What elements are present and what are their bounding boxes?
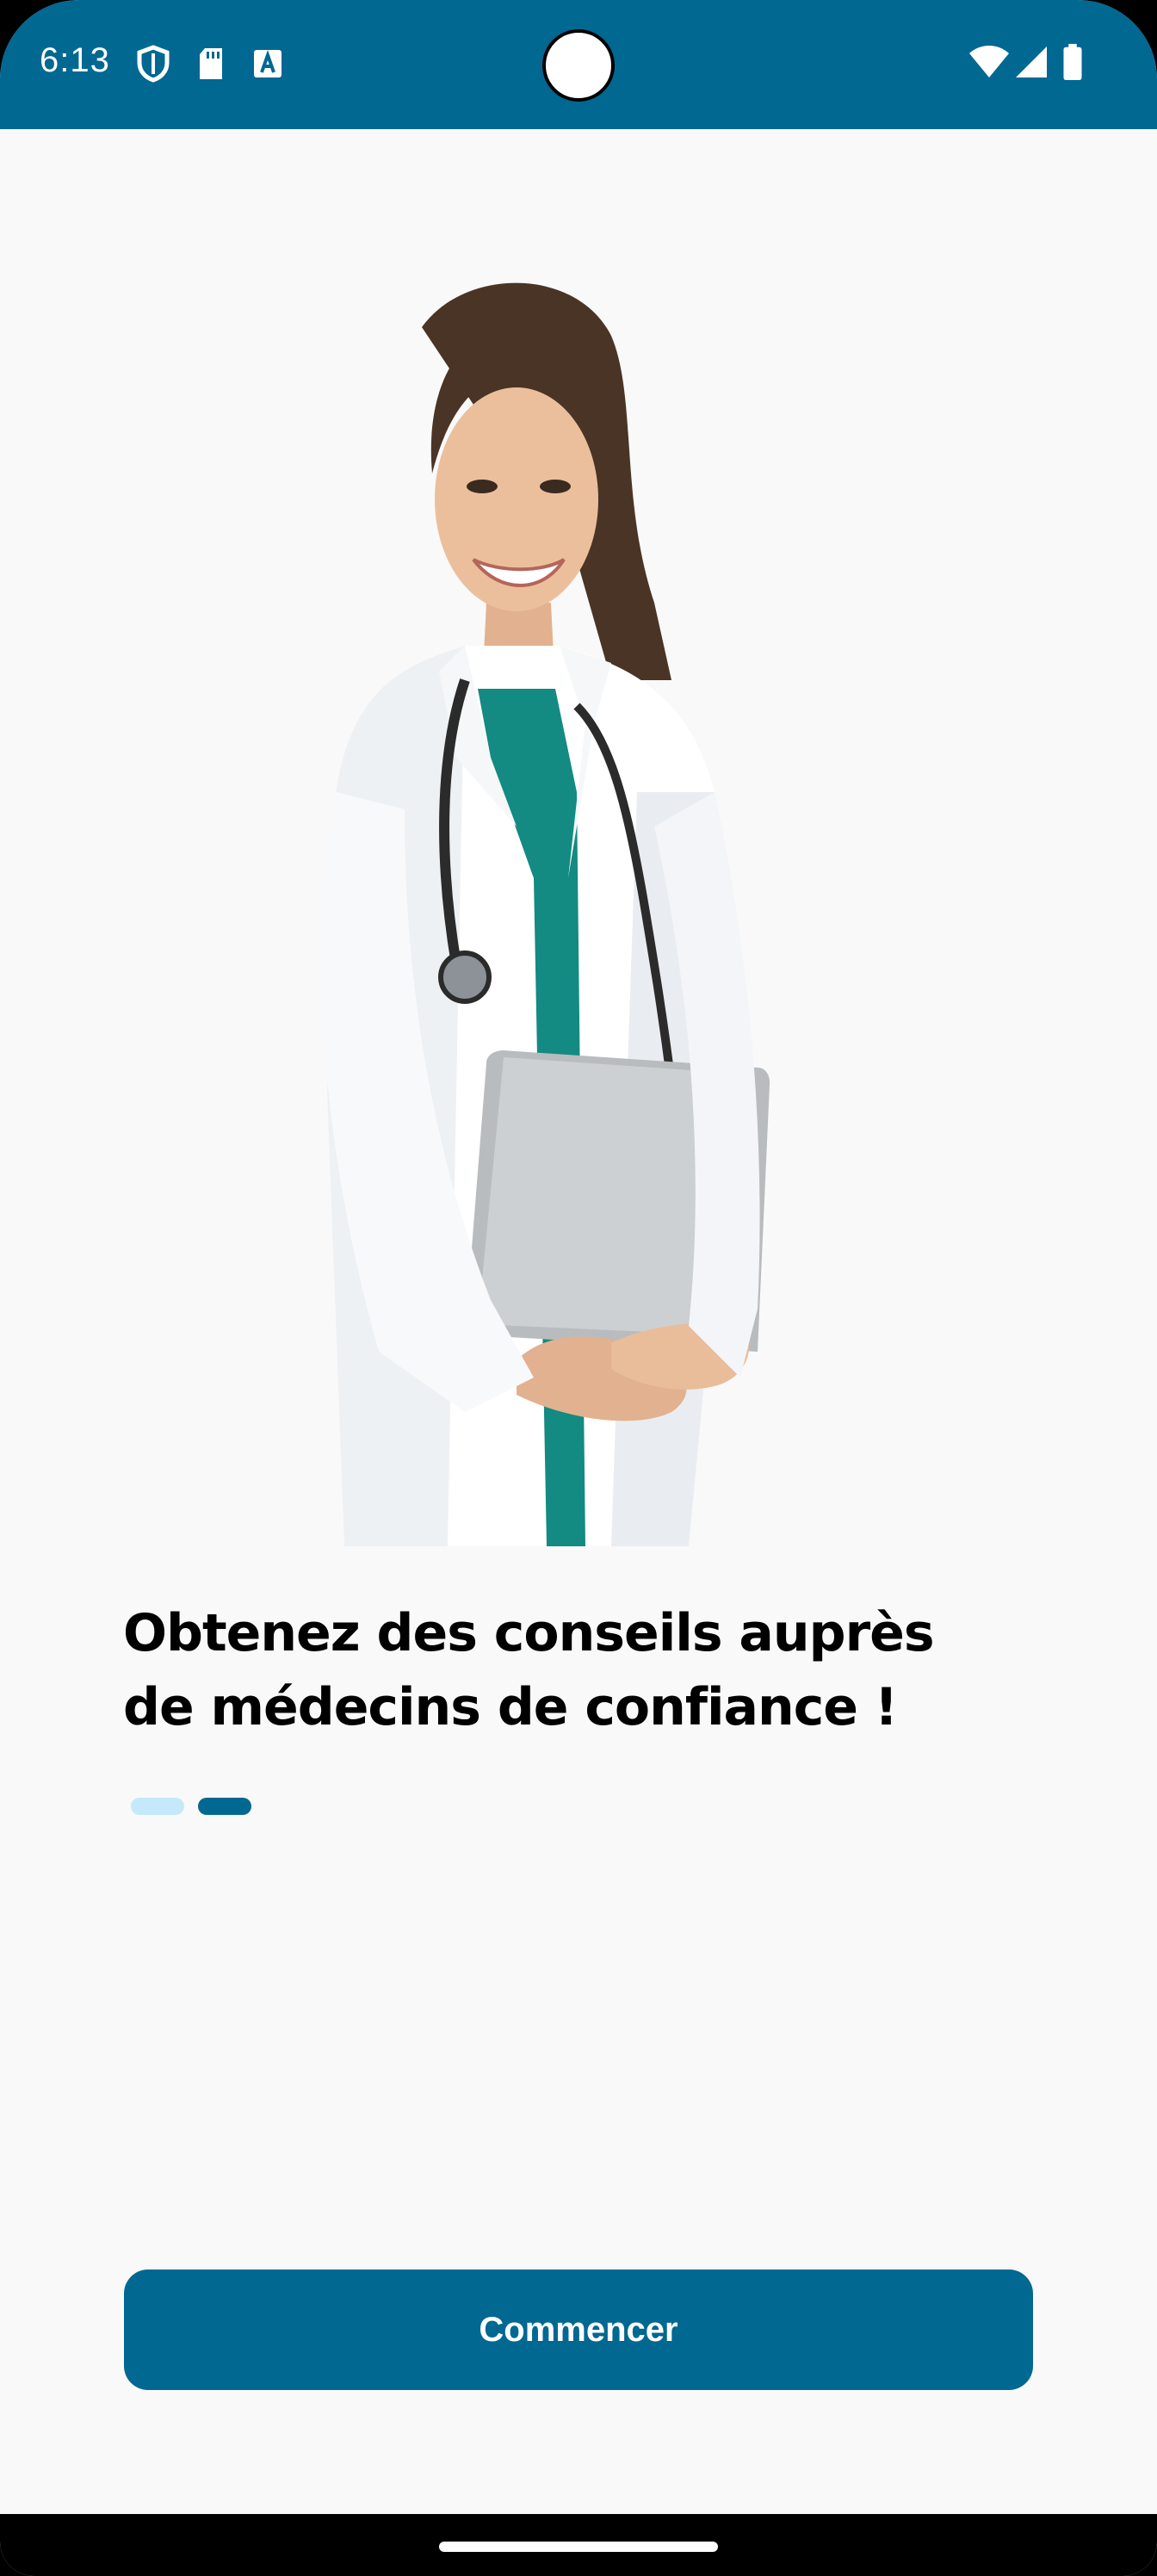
text-a-icon bbox=[254, 49, 282, 77]
doctor-illustration bbox=[322, 282, 770, 1546]
sd-card-icon bbox=[200, 48, 222, 79]
status-bar: 6:13 bbox=[0, 0, 1157, 129]
wifi-icon bbox=[969, 46, 1009, 77]
status-time: 6:13 bbox=[40, 41, 110, 79]
onboarding-headline: Obtenez des conseils auprès de médecins … bbox=[123, 1596, 1053, 1744]
headline-line-1: Obtenez des conseils auprès bbox=[123, 1603, 935, 1663]
page-indicator-dot-active bbox=[198, 1798, 251, 1815]
start-button[interactable]: Commencer bbox=[124, 2269, 1033, 2390]
shield-icon bbox=[137, 45, 170, 83]
front-camera bbox=[542, 29, 615, 102]
onboarding-screen: 6:13 Obtenez des conseils auprès de méde… bbox=[0, 0, 1157, 2576]
page-indicator-dot bbox=[131, 1798, 184, 1815]
signal-icon bbox=[1016, 46, 1047, 77]
headline-line-2: de médecins de confiance ! bbox=[123, 1677, 898, 1737]
navigation-bar bbox=[0, 2514, 1157, 2576]
battery-icon bbox=[1063, 43, 1082, 81]
home-gesture-handle[interactable] bbox=[439, 2542, 718, 2552]
